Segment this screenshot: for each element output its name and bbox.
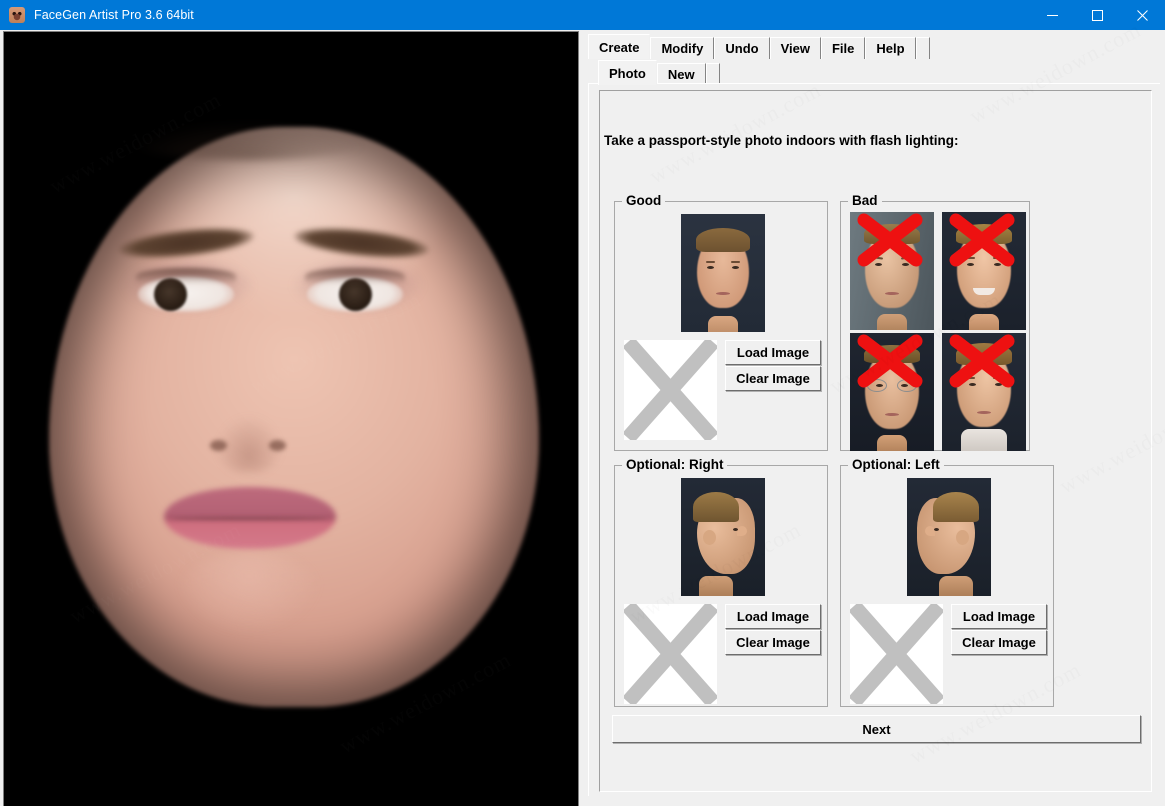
tab-help[interactable]: Help bbox=[865, 37, 916, 59]
panel-body: Take a passport-style photo indoors with… bbox=[588, 83, 1160, 796]
application-window: FaceGen Artist Pro 3.6 64bit Create Modi… bbox=[0, 0, 1165, 806]
group-optional-right: Optional: Right Load Image Clear Image bbox=[614, 457, 828, 707]
chin-highlight bbox=[179, 552, 319, 632]
left-load-image-button[interactable]: Load Image bbox=[951, 604, 1047, 629]
group-good-title: Good bbox=[622, 193, 666, 208]
maximize-icon[interactable] bbox=[1075, 0, 1120, 30]
eyelid-left bbox=[136, 268, 236, 284]
right-image-placeholder[interactable] bbox=[624, 604, 717, 704]
bad-example-photo bbox=[942, 212, 1026, 330]
group-optional-right-title: Optional: Right bbox=[622, 457, 728, 472]
nostril-right bbox=[269, 440, 286, 451]
sub-tab-bar-filler bbox=[705, 63, 720, 85]
group-good: Good Load Image Clear Image bbox=[614, 193, 828, 451]
left-clear-image-button[interactable]: Clear Image bbox=[951, 630, 1047, 655]
close-icon[interactable] bbox=[1120, 0, 1165, 30]
good-load-image-button[interactable]: Load Image bbox=[725, 340, 821, 365]
good-clear-image-button[interactable]: Clear Image bbox=[725, 366, 821, 391]
bad-example-photo bbox=[850, 333, 934, 451]
x-placeholder-icon bbox=[624, 604, 717, 704]
right-load-image-button[interactable]: Load Image bbox=[725, 604, 821, 629]
3d-viewport[interactable] bbox=[3, 31, 579, 806]
nose bbox=[209, 332, 289, 472]
tab-bar-filler bbox=[915, 37, 930, 59]
tab-view[interactable]: View bbox=[769, 37, 821, 59]
bad-example-photo bbox=[942, 333, 1026, 451]
bad-example-photo bbox=[850, 212, 934, 330]
tab-photo[interactable]: Photo bbox=[598, 60, 657, 85]
tab-create[interactable]: Create bbox=[588, 34, 651, 59]
right-clear-image-button[interactable]: Clear Image bbox=[725, 630, 821, 655]
good-image-placeholder[interactable] bbox=[624, 340, 717, 440]
viewport-container bbox=[0, 30, 580, 806]
group-optional-left: Optional: Left Load Image Clear Image bbox=[840, 457, 1054, 707]
x-placeholder-icon bbox=[624, 340, 717, 440]
main-tab-bar: Create Modify Undo View File Help bbox=[588, 34, 930, 59]
mouth-line bbox=[172, 517, 328, 520]
eyelid-right bbox=[305, 268, 405, 284]
tab-new[interactable]: New bbox=[656, 63, 706, 85]
sub-tab-bar: Photo New bbox=[598, 60, 720, 85]
minimize-icon[interactable] bbox=[1030, 0, 1075, 30]
group-optional-left-title: Optional: Left bbox=[848, 457, 944, 472]
tab-file[interactable]: File bbox=[820, 37, 866, 59]
instruction-text: Take a passport-style photo indoors with… bbox=[604, 133, 959, 148]
left-profile-example-photo bbox=[907, 478, 991, 596]
hairline-shading bbox=[124, 120, 374, 160]
tab-undo[interactable]: Undo bbox=[714, 37, 770, 59]
window-title: FaceGen Artist Pro 3.6 64bit bbox=[34, 8, 194, 22]
next-button[interactable]: Next bbox=[612, 715, 1141, 743]
app-face-icon bbox=[9, 7, 25, 23]
right-panel: Create Modify Undo View File Help Photo … bbox=[586, 30, 1165, 806]
left-image-placeholder[interactable] bbox=[850, 604, 943, 704]
window-controls bbox=[1030, 0, 1165, 30]
good-example-photo bbox=[681, 214, 765, 332]
x-placeholder-icon bbox=[850, 604, 943, 704]
photo-pane: Take a passport-style photo indoors with… bbox=[599, 90, 1152, 792]
nostril-left bbox=[210, 440, 227, 451]
group-bad-title: Bad bbox=[848, 193, 882, 208]
group-bad: Bad bbox=[840, 193, 1030, 451]
title-bar: FaceGen Artist Pro 3.6 64bit bbox=[0, 0, 1165, 30]
tab-modify[interactable]: Modify bbox=[650, 37, 715, 59]
right-profile-example-photo bbox=[681, 478, 765, 596]
